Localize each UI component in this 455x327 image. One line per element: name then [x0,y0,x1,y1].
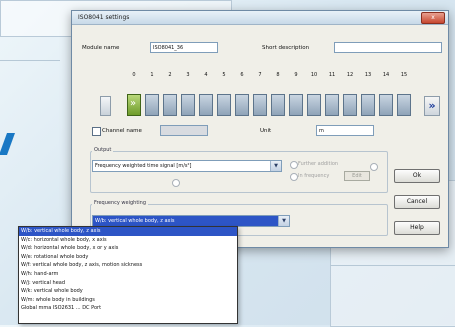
channel-button-1[interactable] [145,94,159,116]
channel-button-7[interactable] [253,94,267,116]
help-button[interactable]: Help [394,221,440,235]
output-option-a-radio[interactable] [290,161,298,169]
chevron-down-icon: ▼ [270,161,281,171]
ok-button[interactable]: Ok [394,169,440,183]
channel-number: 15 [400,72,408,78]
channel-number: 14 [382,72,390,78]
channel-number: 8 [276,72,280,78]
channel-button-8[interactable] [271,94,285,116]
channel-button-6[interactable] [235,94,249,116]
module-name-input[interactable]: ISO8041_36 [150,42,218,53]
channel-button-0[interactable] [127,94,141,116]
channel-number: 1 [150,72,154,78]
channel-button-4[interactable] [199,94,213,116]
dropdown-option[interactable]: W/e: rotational whole body [19,253,237,262]
output-edit-button[interactable]: Edit [344,171,370,181]
frequency-weighting-label: Frequency weighting [92,200,149,206]
output-select[interactable]: Frequency weighted time signal [m/s²] ▼ [92,160,282,172]
chevron-down-icon: ▼ [278,216,289,226]
module-name-label: Module name [82,45,120,51]
channel-button-14[interactable] [379,94,393,116]
output-option-a-indicator [370,163,378,171]
double-chevron-right-icon: » [428,99,436,112]
channel-name-label: Channel name [102,128,142,134]
channel-number: 10 [310,72,318,78]
output-option-b-radio[interactable] [290,173,298,181]
channel-number: 6 [240,72,244,78]
dropdown-option[interactable]: W/f: vertical whole body, z axis, motion… [19,261,237,270]
cancel-button[interactable]: Cancel [394,195,440,209]
dropdown-option[interactable]: W/h: hand-arm [19,270,237,279]
close-button[interactable]: x [421,12,445,24]
output-option-b-label: In frequency [298,173,330,179]
channel-button-5[interactable] [217,94,231,116]
dropdown-option[interactable]: W/j: vertical head [19,279,237,288]
frequency-weighting-dropdown: W/b: vertical whole body, z axis W/c: ho… [18,226,238,324]
channel-number: 13 [364,72,372,78]
channel-name-checkbox[interactable] [92,127,101,136]
channel-number: 9 [294,72,298,78]
background-line [0,60,60,61]
channel-number: 3 [186,72,190,78]
channel-button-9[interactable] [289,94,303,116]
dropdown-option[interactable]: W/d: horizontal whole body, x or y axis [19,244,237,253]
frequency-weighting-select-value: W/b: vertical whole body, z axis [95,218,175,224]
dropdown-option[interactable]: Global mma ISO2631 ... DC Port [19,304,237,313]
channel-nav-forward-button[interactable]: » [424,96,440,116]
channel-number: 7 [258,72,262,78]
channel-button-13[interactable] [361,94,375,116]
window-title: ISO8041 settings [78,14,130,21]
channel-nav-first-button[interactable] [100,96,111,116]
title-bar: ISO8041 settings x [72,11,448,25]
dropdown-option[interactable]: W/m: whole body in buildings [19,296,237,305]
channel-number: 4 [204,72,208,78]
channel-number: 2 [168,72,172,78]
channel-button-3[interactable] [181,94,195,116]
close-icon: x [431,14,435,21]
channel-button-2[interactable] [163,94,177,116]
channel-number: 0 [132,72,136,78]
channel-number: 5 [222,72,226,78]
unit-input[interactable]: m [316,125,374,136]
dropdown-option[interactable]: W/c: horizontal whole body, x axis [19,236,237,245]
channel-name-input[interactable] [160,125,208,136]
background-line [330,265,455,266]
output-option-a-label: Further addition [298,161,339,167]
output-group-label: Output [92,147,114,153]
channel-button-11[interactable] [325,94,339,116]
channel-number: 11 [328,72,336,78]
channel-number: 12 [346,72,354,78]
short-description-label: Short description [262,45,310,51]
output-select-value: Frequency weighted time signal [m/s²] [95,163,192,169]
output-sub-radio[interactable] [172,179,180,187]
accent-arrow [0,133,16,155]
unit-label: Unit [260,128,272,134]
channel-button-12[interactable] [343,94,357,116]
channel-button-10[interactable] [307,94,321,116]
dropdown-option[interactable]: W/k: vertical whole body [19,287,237,296]
dropdown-option[interactable]: W/b: vertical whole body, z axis [19,227,237,236]
short-description-input[interactable] [334,42,442,53]
settings-dialog: ISO8041 settings x Module name ISO8041_3… [71,10,449,248]
channel-button-15[interactable] [397,94,411,116]
